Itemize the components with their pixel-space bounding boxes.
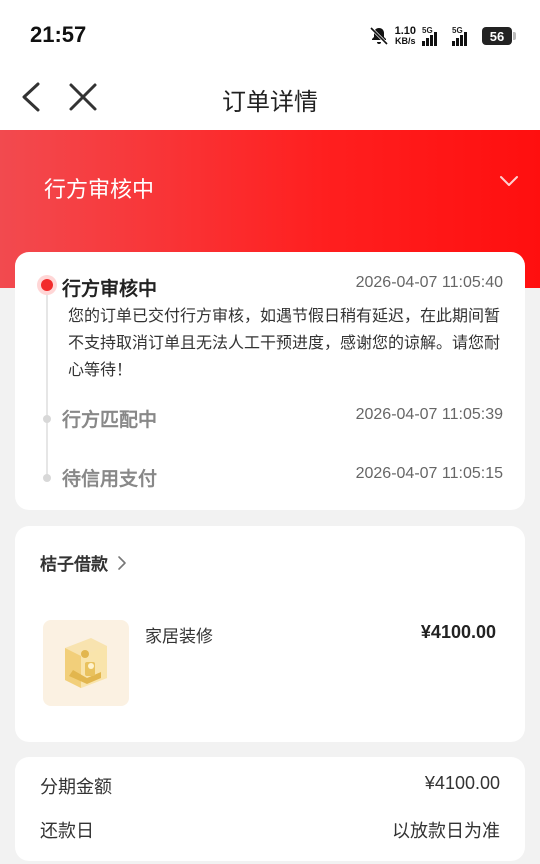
- repayment-day-value: 以放款日为准: [392, 821, 500, 842]
- product-price: ¥4100.00: [420, 622, 496, 642]
- signal-label: 5G: [452, 26, 463, 35]
- order-status-title: 行方审核中: [44, 178, 155, 203]
- timeline-step-title: 行方匹配中: [62, 409, 158, 431]
- timeline-step-title: 行方审核中: [62, 278, 158, 300]
- net-speed: 1.10 KB/s: [394, 25, 416, 47]
- timeline-step-title: 待信用支付: [62, 468, 158, 490]
- battery-icon: 56: [482, 27, 516, 45]
- product-thumbnail: [43, 620, 129, 706]
- timeline-dot: [43, 415, 51, 423]
- net-speed-value: 1.10: [394, 25, 416, 37]
- net-speed-unit: KB/s: [395, 36, 416, 46]
- installment-amount-label: 分期金额: [40, 777, 112, 798]
- payment-summary-card: 分期金额 ¥4100.00 还款日 以放款日为准: [15, 757, 525, 861]
- loan-provider-name: 桔子借款: [40, 555, 108, 575]
- timeline-step-description: 您的订单已交付行方审核，如遇节假日稍有延迟，在此期间暂不支持取消订单且无法人工干…: [68, 306, 501, 379]
- loan-provider-link[interactable]: 桔子借款: [40, 550, 128, 575]
- status-icons: 1.10 KB/s 5G 5G 56: [369, 24, 516, 48]
- timeline-line: [46, 285, 48, 475]
- timeline-step-time: 2026-04-07 11:05:39: [355, 406, 503, 423]
- chevron-down-icon[interactable]: [498, 170, 520, 192]
- status-bar: 21:57 1.10 KB/s 5G 5G 56: [0, 0, 540, 70]
- signal-icon: 5G: [452, 26, 476, 46]
- loan-product-card[interactable]: 桔子借款 家居装修 ¥4100.00: [15, 526, 525, 742]
- product-name: 家居装修: [145, 627, 213, 647]
- repayment-day-label: 还款日: [40, 821, 94, 842]
- timeline-active-dot: [37, 275, 57, 295]
- signal-label: 5G: [422, 26, 433, 35]
- nav-bar: 订单详情: [0, 70, 540, 130]
- mute-bell-icon: [369, 26, 388, 46]
- installment-amount-value: ¥4100.00: [424, 773, 500, 793]
- page-title: 订单详情: [222, 88, 318, 116]
- timeline-step-time: 2026-04-07 11:05:40: [355, 274, 503, 291]
- chevron-right-icon: [118, 555, 126, 570]
- timeline-dot: [43, 474, 51, 482]
- timeline-step-time: 2026-04-07 11:05:15: [355, 465, 503, 482]
- home-renovation-icon: [65, 638, 107, 688]
- status-time: 21:57: [30, 22, 87, 47]
- progress-timeline-card: 行方审核中 2026-04-07 11:05:40 您的订单已交付行方审核，如遇…: [15, 252, 525, 510]
- battery-level: 56: [489, 28, 505, 44]
- signal-icon: 5G: [422, 26, 446, 46]
